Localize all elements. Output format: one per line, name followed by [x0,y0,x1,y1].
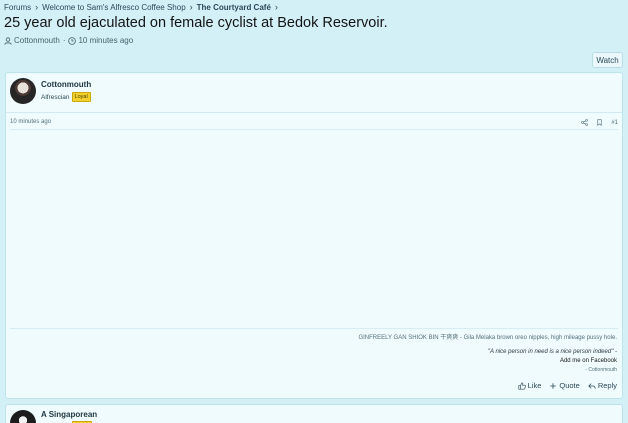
avatar[interactable] [10,78,36,104]
quote-button[interactable]: Quote [549,381,580,390]
post-time[interactable]: 10 minutes ago [10,119,51,125]
thread-start-time[interactable]: 10 minutes ago [78,36,133,45]
share-icon[interactable] [581,119,589,126]
breadcrumb-coffee-shop[interactable]: Welcome to Sam's Alfresco Coffee Shop [42,3,186,12]
quote-label: Quote [559,381,580,390]
signature-quote: "A nice person in need is a nice person … [487,349,617,355]
plus-icon [550,382,557,389]
post-meta: 10 minutes ago #1 [10,119,618,129]
signature-divider [10,328,618,329]
reply-icon [588,382,596,389]
thumbs-up-icon [518,381,526,390]
chevron-right-icon: › [35,2,39,12]
post-meta-actions: #1 [581,119,618,126]
user-title: Alfrescian [41,93,70,101]
author-name[interactable]: A Singaporean [41,410,97,419]
breadcrumb-forums[interactable]: Forums [4,3,31,12]
author-title: Alfrescian Loyal [41,92,91,102]
signature-text: GINFREELY GAN SHIOK BIN 干爽爽 - Gila Melak… [358,335,617,341]
post-number[interactable]: #1 [611,120,618,126]
breadcrumb: Forums › Welcome to Sam's Alfresco Coffe… [4,2,282,12]
bookmark-icon[interactable] [596,119,603,126]
post: Cottonmouth Alfrescian Loyal 10 minutes … [5,72,623,399]
breadcrumb-courtyard-cafe[interactable]: The Courtyard Café [197,3,271,12]
author-name[interactable]: Cottonmouth [41,80,91,89]
reply-button[interactable]: Reply [588,381,617,390]
facebook-link[interactable]: Add me on Facebook [560,358,617,364]
avatar[interactable] [10,410,36,423]
post-header: Cottonmouth Alfrescian Loyal [6,73,622,113]
thread-meta: Cottonmouth · 10 minutes ago [4,36,133,45]
watch-button[interactable]: Watch [592,52,623,68]
meta-separator: · [62,36,66,45]
chevron-right-icon: › [189,2,193,12]
post: A Singaporean [5,404,623,423]
like-button[interactable]: Like [518,381,542,390]
clock-icon [68,36,77,45]
signature-credit: - Cottonmouth [585,367,617,373]
reply-label: Reply [597,381,617,390]
divider [10,129,618,130]
page-title: 25 year old ejaculated on female cyclist… [4,15,388,31]
thread-starter[interactable]: Cottonmouth [14,36,60,45]
status-badge: Loyal [71,92,91,102]
like-label: Like [527,381,542,390]
user-icon [4,36,12,45]
post-actions: Like Quote Reply [518,381,617,390]
chevron-right-icon: › [274,2,278,12]
